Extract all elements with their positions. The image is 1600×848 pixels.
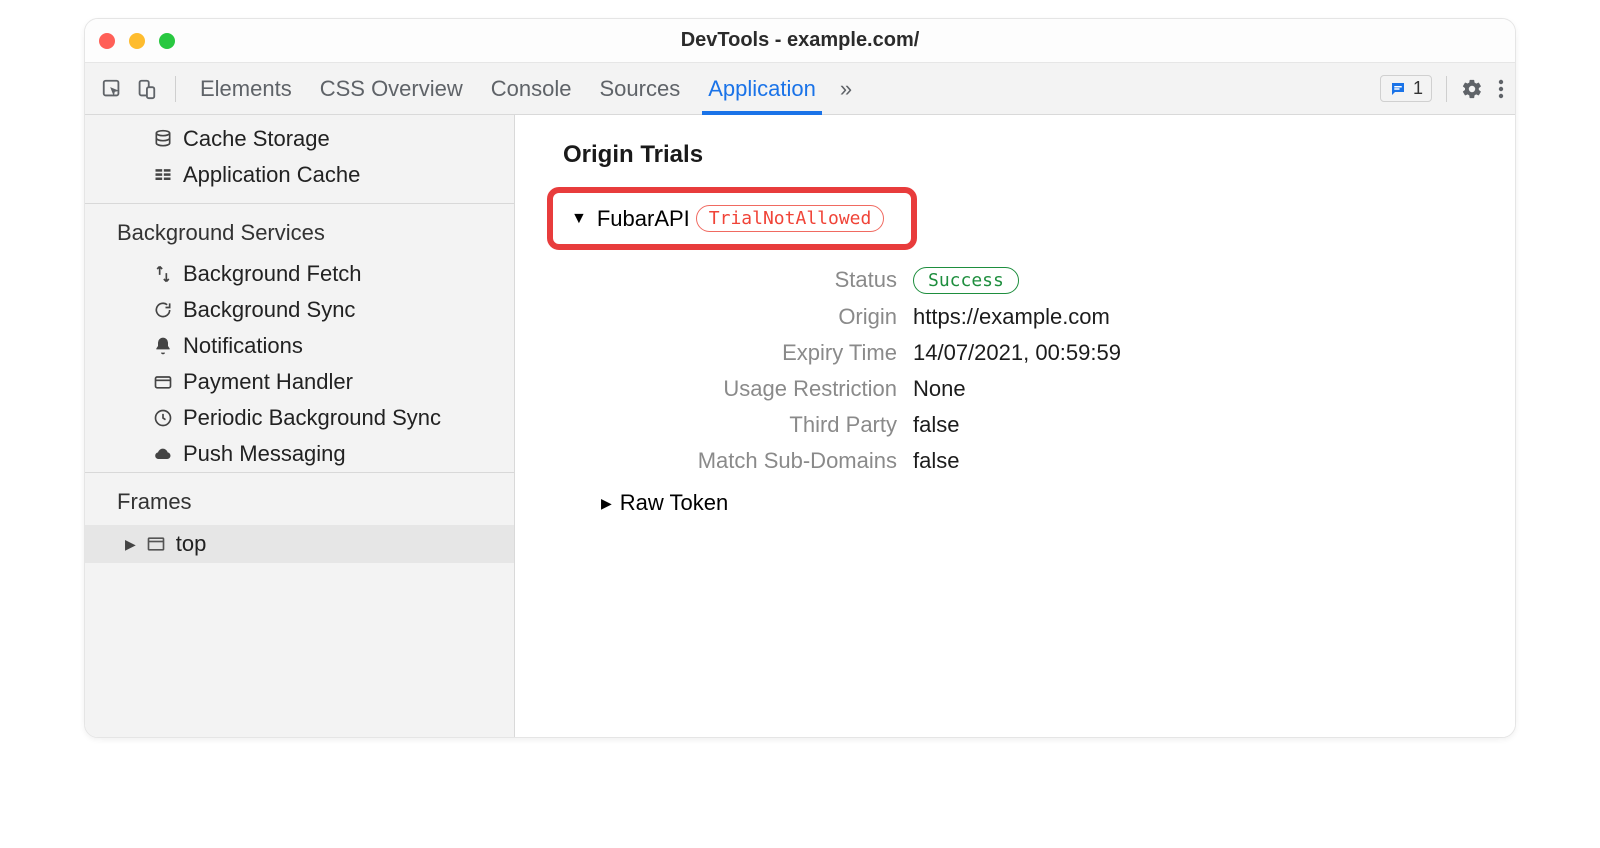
chevron-right-icon: ▶ — [601, 495, 612, 512]
more-icon[interactable] — [1497, 78, 1505, 100]
device-toolbar-icon[interactable] — [135, 78, 157, 100]
window-icon — [146, 534, 166, 554]
sidebar-item-label: Payment Handler — [183, 369, 353, 395]
devtools-window: DevTools - example.com/ Elements CSS Ove… — [84, 18, 1516, 738]
titlebar: DevTools - example.com/ — [85, 19, 1515, 63]
sidebar-item-periodic-background-sync[interactable]: Periodic Background Sync — [85, 400, 514, 436]
label-expiry: Expiry Time — [617, 340, 897, 366]
sidebar-item-label: Push Messaging — [183, 441, 346, 467]
tab-console[interactable]: Console — [491, 63, 572, 114]
sidebar-section-background-services: Background Services — [85, 214, 514, 256]
chevron-right-icon: ▶ — [125, 536, 136, 553]
sidebar-item-label: Cache Storage — [183, 126, 330, 152]
sidebar-item-background-fetch[interactable]: Background Fetch — [85, 256, 514, 292]
label-status: Status — [617, 267, 897, 293]
traffic-lights — [99, 33, 175, 49]
raw-token-label: Raw Token — [620, 490, 728, 516]
raw-token-row[interactable]: ▶ Raw Token — [601, 490, 1495, 516]
tab-sources[interactable]: Sources — [599, 63, 680, 114]
value-match-subdomains: false — [913, 448, 1495, 474]
trial-header-row[interactable]: ▼ FubarAPI TrialNotAllowed — [547, 187, 917, 250]
sync-icon — [153, 300, 173, 320]
label-origin: Origin — [617, 304, 897, 330]
toolbar-separator — [175, 76, 176, 102]
sidebar-item-frame-top[interactable]: ▶ top — [85, 525, 514, 563]
issues-icon — [1389, 80, 1407, 98]
credit-card-icon — [153, 372, 173, 392]
chevron-down-icon: ▼ — [571, 210, 587, 228]
trial-status-pill: TrialNotAllowed — [696, 205, 885, 232]
panel-heading: Origin Trials — [563, 141, 1495, 169]
token-status-pill: Success — [913, 267, 1019, 294]
sidebar-section-frames: Frames — [85, 483, 514, 525]
inspect-element-icon[interactable] — [101, 78, 123, 100]
window-title: DevTools - example.com/ — [85, 29, 1515, 52]
label-third-party: Third Party — [617, 412, 897, 438]
value-expiry: 14/07/2021, 00:59:59 — [913, 340, 1495, 366]
issues-count: 1 — [1413, 78, 1423, 99]
label-match-subdomains: Match Sub-Domains — [617, 448, 897, 474]
application-sidebar: Cache Storage Application Cache Backgrou… — [85, 115, 515, 737]
tab-application[interactable]: Application — [708, 63, 816, 114]
trial-name: FubarAPI — [597, 206, 690, 232]
value-third-party: false — [913, 412, 1495, 438]
value-usage-restriction: None — [913, 376, 1495, 402]
sidebar-item-background-sync[interactable]: Background Sync — [85, 292, 514, 328]
value-origin: https://example.com — [913, 304, 1495, 330]
clock-icon — [153, 408, 173, 428]
label-usage-restriction: Usage Restriction — [617, 376, 897, 402]
close-window-button[interactable] — [99, 33, 115, 49]
frame-name: top — [176, 531, 207, 557]
settings-icon[interactable] — [1461, 78, 1483, 100]
maximize-window-button[interactable] — [159, 33, 175, 49]
sidebar-item-label: Background Sync — [183, 297, 355, 323]
fetch-icon — [153, 264, 173, 284]
bell-icon — [153, 336, 173, 356]
minimize-window-button[interactable] — [129, 33, 145, 49]
sidebar-item-push-messaging[interactable]: Push Messaging — [85, 436, 514, 472]
sidebar-item-payment-handler[interactable]: Payment Handler — [85, 364, 514, 400]
panel-tabs: Elements CSS Overview Console Sources Ap… — [188, 63, 816, 114]
grid-icon — [153, 165, 173, 185]
sidebar-item-label: Periodic Background Sync — [183, 405, 441, 431]
sidebar-item-cache-storage[interactable]: Cache Storage — [85, 121, 514, 157]
issues-badge[interactable]: 1 — [1380, 75, 1432, 102]
origin-trials-panel: Origin Trials ▼ FubarAPI TrialNotAllowed… — [515, 115, 1515, 737]
sidebar-item-label: Application Cache — [183, 162, 360, 188]
toolbar: Elements CSS Overview Console Sources Ap… — [85, 63, 1515, 115]
cloud-icon — [153, 444, 173, 464]
tab-css-overview[interactable]: CSS Overview — [320, 63, 463, 114]
sidebar-item-label: Notifications — [183, 333, 303, 359]
sidebar-item-notifications[interactable]: Notifications — [85, 328, 514, 364]
toolbar-separator — [1446, 76, 1447, 102]
sidebar-item-application-cache[interactable]: Application Cache — [85, 157, 514, 193]
sidebar-item-label: Background Fetch — [183, 261, 362, 287]
tab-elements[interactable]: Elements — [200, 63, 292, 114]
database-icon — [153, 129, 173, 149]
tabs-overflow-button[interactable]: » — [840, 76, 852, 102]
panel-body: Cache Storage Application Cache Backgrou… — [85, 115, 1515, 737]
